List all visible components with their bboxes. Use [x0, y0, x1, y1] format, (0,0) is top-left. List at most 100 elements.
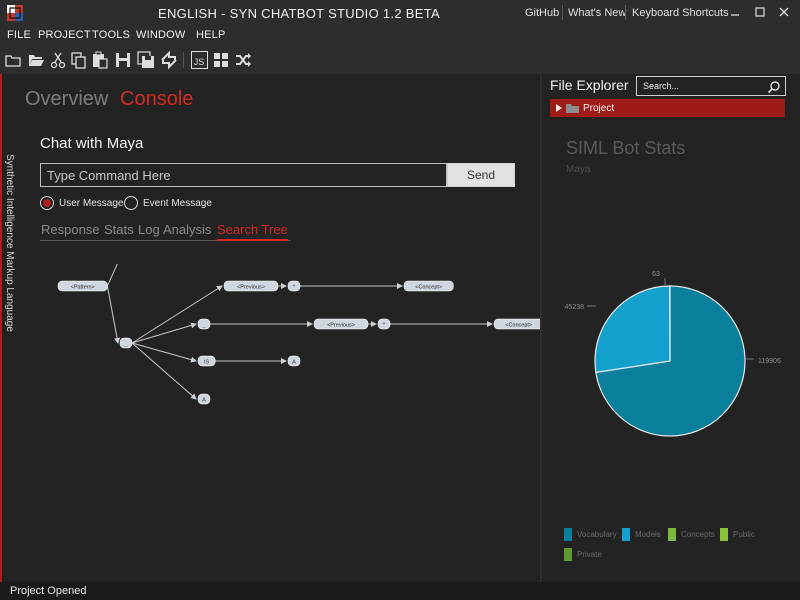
keyboard-shortcuts-link[interactable]: Keyboard Shortcuts [632, 7, 729, 19]
tree-node[interactable]: <Previous> [313, 318, 369, 330]
legend-label: Concepts [681, 529, 715, 539]
tab-overview[interactable]: Overview [25, 88, 108, 111]
paste-button[interactable] [89, 48, 111, 72]
menu-tools[interactable]: TOOLS [92, 29, 130, 41]
sync-button[interactable] [158, 48, 180, 72]
radio-event-message[interactable]: Event Message [124, 195, 212, 211]
tree-edge [131, 285, 223, 344]
save-all-icon [137, 51, 154, 68]
radio-user-message[interactable]: User Message [40, 195, 123, 211]
send-button[interactable]: Send [447, 163, 515, 187]
legend-item-public[interactable]: Public [720, 527, 755, 541]
toolbar: JS [0, 46, 800, 74]
grid-icon [214, 53, 228, 67]
grid-button[interactable] [210, 48, 232, 72]
radio-unselected-indicator [124, 196, 138, 210]
legend-swatch [622, 527, 630, 541]
tree-edge [131, 342, 197, 400]
console-pane: Overview Console Chat with Maya Send Use… [18, 74, 540, 582]
status-text: Project Opened [10, 585, 87, 597]
radio-selected-indicator [40, 196, 54, 210]
subtab-search-tree[interactable]: Search Tree [217, 222, 288, 241]
tree-node[interactable]: A [197, 393, 211, 405]
legend-swatch [720, 527, 728, 541]
save-all-button[interactable] [135, 48, 157, 72]
open-folder-button[interactable] [25, 48, 47, 72]
command-input[interactable] [40, 163, 447, 187]
subtab-analysis[interactable]: Analysis [163, 222, 211, 239]
app-logo-icon [7, 5, 23, 21]
javascript-button[interactable]: JS [188, 48, 210, 72]
subtab-log[interactable]: Log [138, 222, 160, 239]
tree-node[interactable]: <Previous> [223, 280, 279, 292]
tab-console[interactable]: Console [120, 88, 193, 111]
separator [625, 5, 626, 20]
copy-icon [71, 52, 86, 69]
tree-item-project[interactable]: Project [550, 99, 785, 117]
tree-edge [106, 264, 118, 287]
save-button[interactable] [112, 48, 134, 72]
menu-help[interactable]: HELP [196, 29, 226, 41]
search-icon[interactable] [767, 80, 781, 94]
tree-node[interactable]: * [377, 318, 391, 330]
legend-item-private[interactable]: Private [564, 547, 602, 561]
tree-node-label: <Concept> [415, 285, 442, 291]
explorer-pane: File Explorer Project SIML Bot Stats May… [542, 74, 800, 582]
search-input[interactable] [636, 76, 786, 96]
open-folder-icon [29, 55, 44, 66]
copy-button[interactable] [67, 48, 89, 72]
pie-slice-models[interactable] [594, 285, 671, 374]
tree-edge [106, 285, 121, 344]
tree-node[interactable]: IS [197, 355, 216, 367]
stats-bot-name: Maya [566, 164, 591, 175]
close-icon [779, 7, 789, 17]
paste-icon [93, 51, 108, 69]
stats-title: SIML Bot Stats [566, 138, 686, 158]
tree-node[interactable]: A [287, 355, 301, 367]
tree-node-label: A [202, 398, 206, 404]
subtab-response[interactable]: Response [41, 222, 100, 239]
close-button[interactable] [774, 2, 794, 22]
toolbar-separator [183, 52, 184, 68]
pie-data-label: 63 [652, 271, 660, 278]
menu-window[interactable]: WINDOW [136, 29, 185, 41]
sidebar-strip: Synthetic Intelligence Markup Language [0, 74, 18, 582]
tree-node[interactable]: <Concept> [493, 318, 540, 330]
subtab-stats[interactable]: Stats [104, 222, 134, 239]
github-link[interactable]: GitHub [525, 7, 559, 19]
minimize-button[interactable] [725, 2, 745, 22]
new-file-button[interactable] [2, 48, 24, 72]
separator [562, 5, 563, 20]
tree-node-label: <Previous> [237, 285, 265, 291]
tree-node[interactable]: * [287, 280, 301, 292]
legend-label: Vocabulary [577, 529, 617, 539]
legend-item-concepts[interactable]: Concepts [668, 527, 715, 541]
shuffle-icon [236, 53, 251, 67]
cut-icon [50, 52, 66, 69]
legend-item-models[interactable]: Models [622, 527, 661, 541]
tree-node-label: <Concept> [505, 323, 532, 329]
window-title: ENGLISH - SYN CHATBOT STUDIO 1.2 BETA [158, 6, 440, 21]
tree-node[interactable]: _ [197, 318, 211, 330]
tree-node[interactable]: _ [119, 337, 133, 349]
menu-project[interactable]: PROJECT [38, 29, 91, 41]
cut-button[interactable] [47, 48, 69, 72]
tree-node[interactable]: <Concept> [403, 280, 454, 292]
shuffle-button[interactable] [232, 48, 254, 72]
whats-new-link[interactable]: What's New [568, 7, 626, 19]
radio-event-message-label: Event Message [143, 197, 212, 209]
tree-node[interactable]: <Pattern> [57, 280, 108, 292]
tree-edge [131, 322, 197, 344]
folder-icon [566, 104, 579, 113]
menu-file[interactable]: FILE [7, 29, 31, 41]
status-bar: Project Opened [0, 582, 800, 600]
tree-node-label: <Pattern> [71, 285, 95, 291]
tree-node-label: <Previous> [327, 323, 355, 329]
expand-arrow-icon[interactable] [556, 104, 562, 112]
sidebar-tab-siml[interactable]: Synthetic Intelligence Markup Language [4, 154, 15, 394]
maximize-button[interactable] [750, 2, 770, 22]
legend-label: Public [733, 529, 755, 539]
javascript-label: JS [193, 57, 205, 67]
legend-swatch [668, 527, 676, 541]
legend-item-vocabulary[interactable]: Vocabulary [564, 527, 617, 541]
